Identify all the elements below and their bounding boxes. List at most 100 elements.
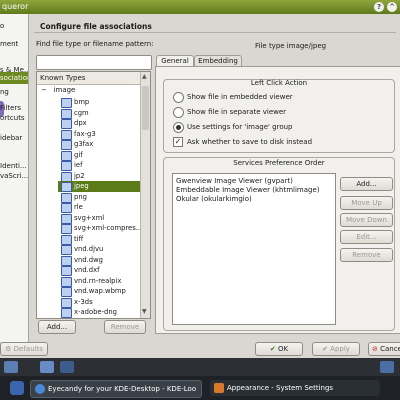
scroll-down-icon[interactable]: ▼ (142, 308, 147, 315)
tree-item[interactable]: vnd.rn-realpix (58, 276, 141, 287)
sidebar-item-file-associations[interactable]: sociations (0, 72, 28, 84)
move-up-button[interactable]: Move Up (340, 196, 393, 210)
list-item[interactable]: Gwenview Image Viewer (gvpart) (176, 177, 293, 185)
radio-separate-viewer[interactable] (173, 107, 184, 118)
tree-item[interactable]: vnd.dxf (58, 265, 141, 276)
tree-item[interactable]: jpeg (58, 181, 141, 192)
sidebar-item-label: ortcuts (0, 114, 25, 122)
settings-icon (214, 383, 224, 393)
add-type-button[interactable]: Add... (38, 320, 76, 334)
scrollbar-thumb[interactable] (142, 86, 149, 130)
tree-item-image-group[interactable]: − image (41, 86, 75, 94)
tree-item[interactable]: rle (58, 202, 141, 213)
app-icon[interactable] (60, 361, 74, 373)
defaults-button[interactable]: ⚙ Defaults (0, 342, 48, 356)
help-button[interactable]: ? (374, 2, 384, 12)
sidebar-item-label: Filters (0, 104, 21, 112)
scroll-up-icon[interactable]: ▲ (142, 73, 147, 80)
app-icon[interactable] (40, 361, 54, 373)
kde-menu-icon[interactable] (10, 381, 24, 395)
edit-service-button[interactable]: Edit... (340, 230, 393, 244)
tree-item-label: bmp (74, 98, 90, 106)
image-file-icon (61, 203, 72, 213)
image-file-icon (61, 98, 72, 108)
apply-button[interactable]: ✔ Apply (312, 342, 360, 356)
image-file-icon (61, 224, 72, 234)
task-appearance[interactable]: Appearance - System Settings (210, 380, 380, 396)
list-item[interactable]: Embeddable Image Viewer (khtmlimage) (176, 186, 320, 194)
tree-scrollbar[interactable]: ▲ ▼ (140, 72, 150, 318)
services-list[interactable]: Gwenview Image Viewer (gvpart) Embeddabl… (172, 173, 336, 325)
sidebar-item-sidebar[interactable]: idebar (0, 132, 28, 144)
tree-item[interactable]: dpx (58, 118, 141, 129)
image-file-icon (61, 266, 72, 276)
tree-item[interactable]: x-adobe-dng (58, 307, 141, 318)
tree-item[interactable]: vnd.djvu (58, 244, 141, 255)
image-file-icon (61, 129, 72, 140)
ask-save-checkbox[interactable]: ✓ (173, 137, 183, 147)
ok-label: OK (277, 345, 289, 353)
tree-item[interactable]: g3fax (58, 139, 141, 150)
tree-item-label: vnd.dwg (74, 255, 103, 264)
tree-item[interactable]: svg+xml (58, 213, 141, 224)
tree-item[interactable]: x-3ds (58, 297, 141, 308)
search-input[interactable] (36, 55, 152, 70)
tree-item[interactable]: vnd.dwg (58, 255, 141, 266)
tree-item-label: vnd.djvu (74, 245, 104, 253)
tree-item[interactable]: ief (58, 160, 141, 171)
sidebar-item-label: sociations (0, 74, 28, 82)
task-eyecandy[interactable]: Eyecandy for your KDE-Desktop - KDE-Loo (30, 380, 202, 398)
sidebar-item-label: ment (0, 40, 19, 48)
tree-item-label: x-adobe-dng (74, 308, 117, 316)
tree-item[interactable]: bmp (58, 97, 141, 108)
sidebar-item-label: ng (0, 88, 9, 96)
radio-group-settings[interactable] (173, 122, 184, 133)
tree-root-label: image (53, 86, 76, 94)
move-down-button[interactable]: Move Down (340, 213, 393, 227)
tree-item-label: vnd.wap.wbmp (74, 287, 126, 295)
image-file-icon (61, 287, 72, 297)
ok-button[interactable]: ✔ OK (255, 342, 303, 356)
defaults-icon: ⚙ (5, 345, 14, 353)
tree-item-label: svg+xml (74, 213, 105, 222)
tree-item[interactable]: tiff (58, 234, 141, 245)
maximize-button[interactable]: ^ (387, 2, 397, 12)
remove-type-button[interactable]: Remove (104, 320, 146, 334)
tree-item-label: jp2 (74, 171, 85, 180)
service-remove-button[interactable]: Remove (340, 248, 393, 262)
app-icon[interactable] (4, 361, 18, 373)
sidebar-item-javascript[interactable]: vaScri... (0, 170, 28, 182)
tree-item[interactable]: cgm (58, 108, 141, 119)
tree-item[interactable]: svg+xml-compres... (58, 223, 143, 234)
image-file-icon (61, 308, 72, 318)
page-title: Configure file associations (40, 22, 152, 31)
service-add-button[interactable]: Add... (340, 177, 393, 191)
known-types-tree[interactable]: Known Types − image bmp cgm dpx fax-g3 g3fax… (36, 71, 151, 319)
tree-item-label: svg+xml-compres... (74, 224, 143, 232)
find-label: Find file type or filename pattern: (36, 40, 154, 48)
tree-item-label: vnd.dxf (74, 266, 100, 274)
tree-item[interactable]: fax-g3 (58, 129, 141, 140)
sidebar-item-label: Identi... (0, 162, 27, 170)
collapse-icon[interactable]: − (41, 86, 51, 94)
header-divider (34, 32, 396, 33)
image-file-icon (61, 255, 72, 266)
option-label: Ask whether to save to disk instead (187, 138, 313, 146)
cancel-button[interactable]: ⊘ Cancel (368, 342, 400, 356)
window-titlebar[interactable]: queror ? ^ (0, 0, 400, 14)
sidebar-item-label: idebar (0, 134, 23, 142)
tree-item-label: vnd.rn-realpix (74, 276, 122, 285)
tree-header[interactable]: Known Types (37, 72, 141, 85)
app-icon[interactable] (380, 361, 394, 373)
radio-embedded-viewer[interactable] (173, 92, 184, 103)
sidebar-item-shortcuts[interactable]: ortcuts (0, 112, 28, 124)
tree-item-label: ief (74, 161, 83, 169)
tree-item[interactable]: jp2 (58, 171, 141, 182)
tree-item-label: tiff (74, 234, 84, 243)
settings-sidebar: o ment s & Me... sociations ng Filters o… (0, 14, 29, 342)
tree-item[interactable]: png (58, 192, 141, 203)
tree-item[interactable]: vnd.wap.wbmp (58, 286, 141, 297)
list-item[interactable]: Okular (okularkimgio) (176, 195, 252, 203)
tree-item[interactable]: gif (58, 150, 141, 161)
sidebar-item-environment[interactable]: ment (0, 38, 28, 60)
